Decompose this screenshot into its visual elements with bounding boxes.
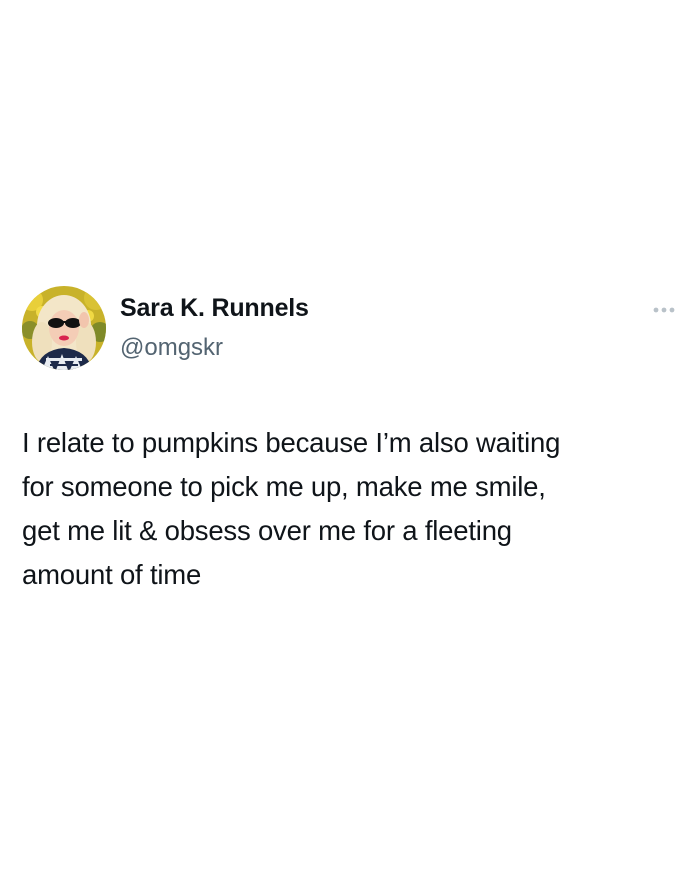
more-options-icon xyxy=(653,307,675,313)
tweet-card: Sara K. Runnels @omgskr I relate to pump… xyxy=(0,0,700,875)
avatar[interactable] xyxy=(22,286,106,370)
profile-photo-icon xyxy=(22,286,106,370)
more-options-button[interactable] xyxy=(648,298,682,322)
tweet-text-line: get me lit & obsess over me for a fleeti… xyxy=(22,515,512,546)
display-name[interactable]: Sara K. Runnels xyxy=(120,294,309,323)
tweet-text-line: for someone to pick me up, make me smile… xyxy=(22,471,546,502)
tweet-text: I relate to pumpkins because I’m also wa… xyxy=(22,421,687,597)
tweet-text-line: I relate to pumpkins because I’m also wa… xyxy=(22,427,561,458)
tweet-text-line: amount of time xyxy=(22,559,202,590)
user-handle[interactable]: @omgskr xyxy=(120,334,223,362)
